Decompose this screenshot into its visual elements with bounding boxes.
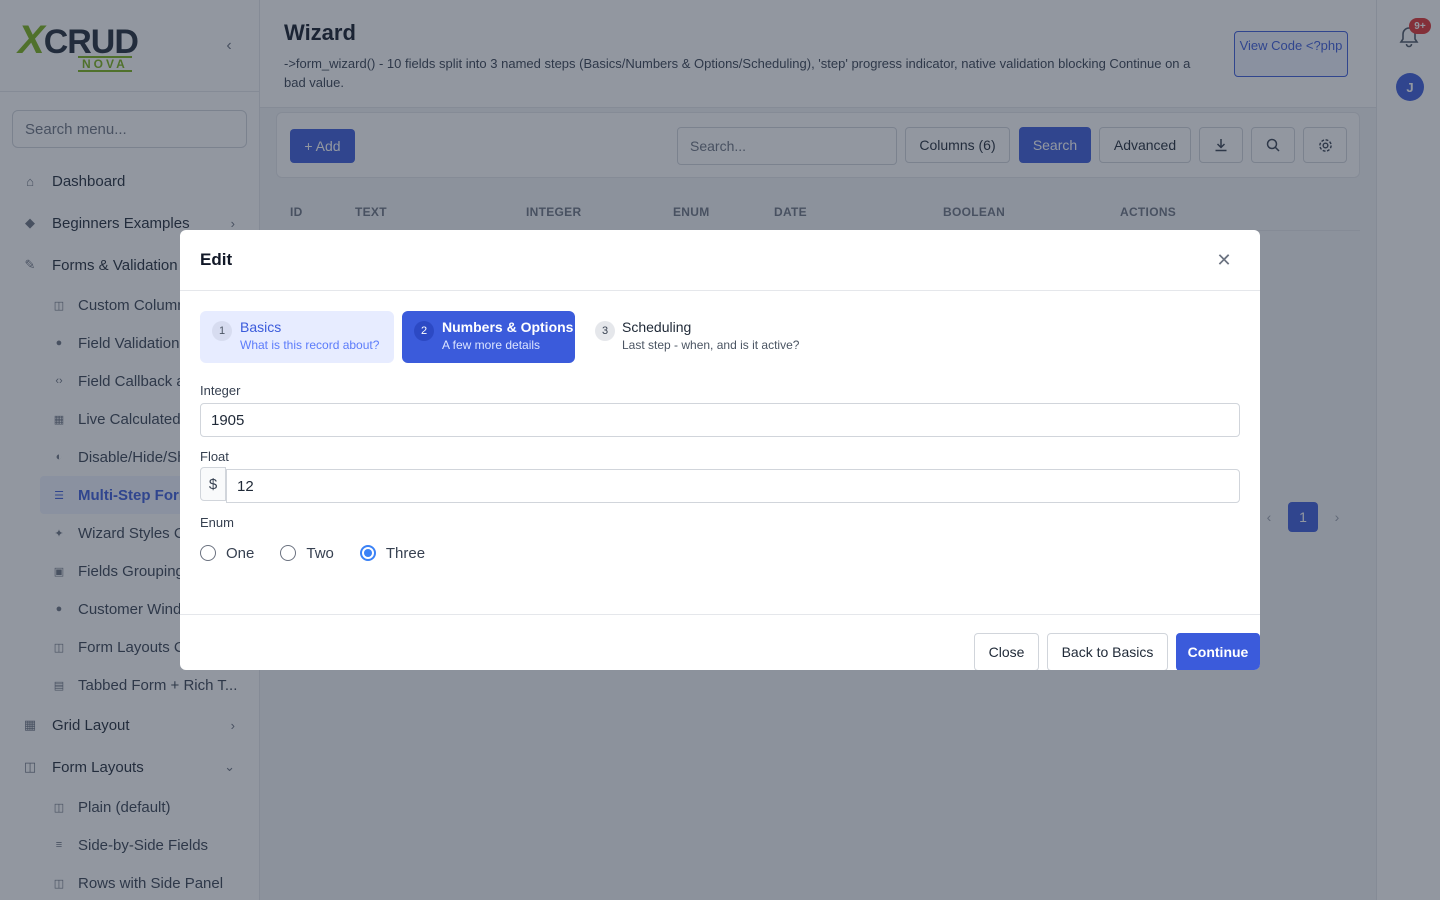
radio-label: Two — [306, 544, 334, 562]
modal-title: Edit — [200, 250, 233, 269]
step-number: 3 — [595, 321, 615, 341]
integer-field[interactable]: 1905 — [200, 403, 1240, 437]
enum-option-one[interactable]: One — [200, 545, 254, 562]
step-number: 2 — [414, 321, 434, 341]
radio-label: Three — [385, 544, 426, 562]
enum-label: Enum — [200, 515, 234, 530]
enum-radio-group: One Two Three — [200, 543, 451, 563]
wizard-step-basics[interactable]: 1 Basics What is this record about? — [200, 311, 394, 363]
step-subtitle: Last step - when, and is it active? — [622, 338, 800, 352]
float-label: Float — [200, 449, 229, 464]
wizard-step-numbers-options[interactable]: 2 Numbers & Options A few more details — [402, 311, 575, 363]
continue-button[interactable]: Continue — [1176, 633, 1260, 670]
back-button[interactable]: Back to Basics — [1047, 633, 1168, 670]
radio-button[interactable] — [200, 545, 216, 561]
step-subtitle: What is this record about? — [240, 338, 380, 352]
modal-footer: Close Back to Basics Continue — [180, 614, 1260, 670]
radio-button[interactable] — [280, 545, 297, 561]
radio-button-checked[interactable] — [359, 545, 376, 561]
currency-prefix: $ — [200, 467, 226, 501]
enum-option-three[interactable]: Three — [359, 544, 426, 562]
float-field[interactable]: 12 — [226, 469, 1240, 503]
radio-label: One — [226, 544, 255, 562]
step-subtitle: A few more details — [442, 338, 541, 352]
edit-modal: Edit ✕ 1 Basics What is this record abou… — [180, 230, 1260, 670]
wizard-step-scheduling[interactable]: 3 Scheduling Last step - when, and is it… — [583, 311, 823, 363]
step-title: Numbers & Options — [442, 319, 574, 335]
close-button[interactable]: Close — [974, 633, 1039, 670]
step-number: 1 — [212, 321, 232, 341]
step-title: Scheduling — [622, 319, 692, 335]
modal-header: Edit ✕ — [180, 230, 1260, 291]
integer-label: Integer — [200, 383, 241, 398]
step-title: Basics — [240, 319, 282, 335]
close-icon[interactable]: ✕ — [1214, 250, 1234, 270]
enum-option-two[interactable]: Two — [280, 545, 334, 562]
